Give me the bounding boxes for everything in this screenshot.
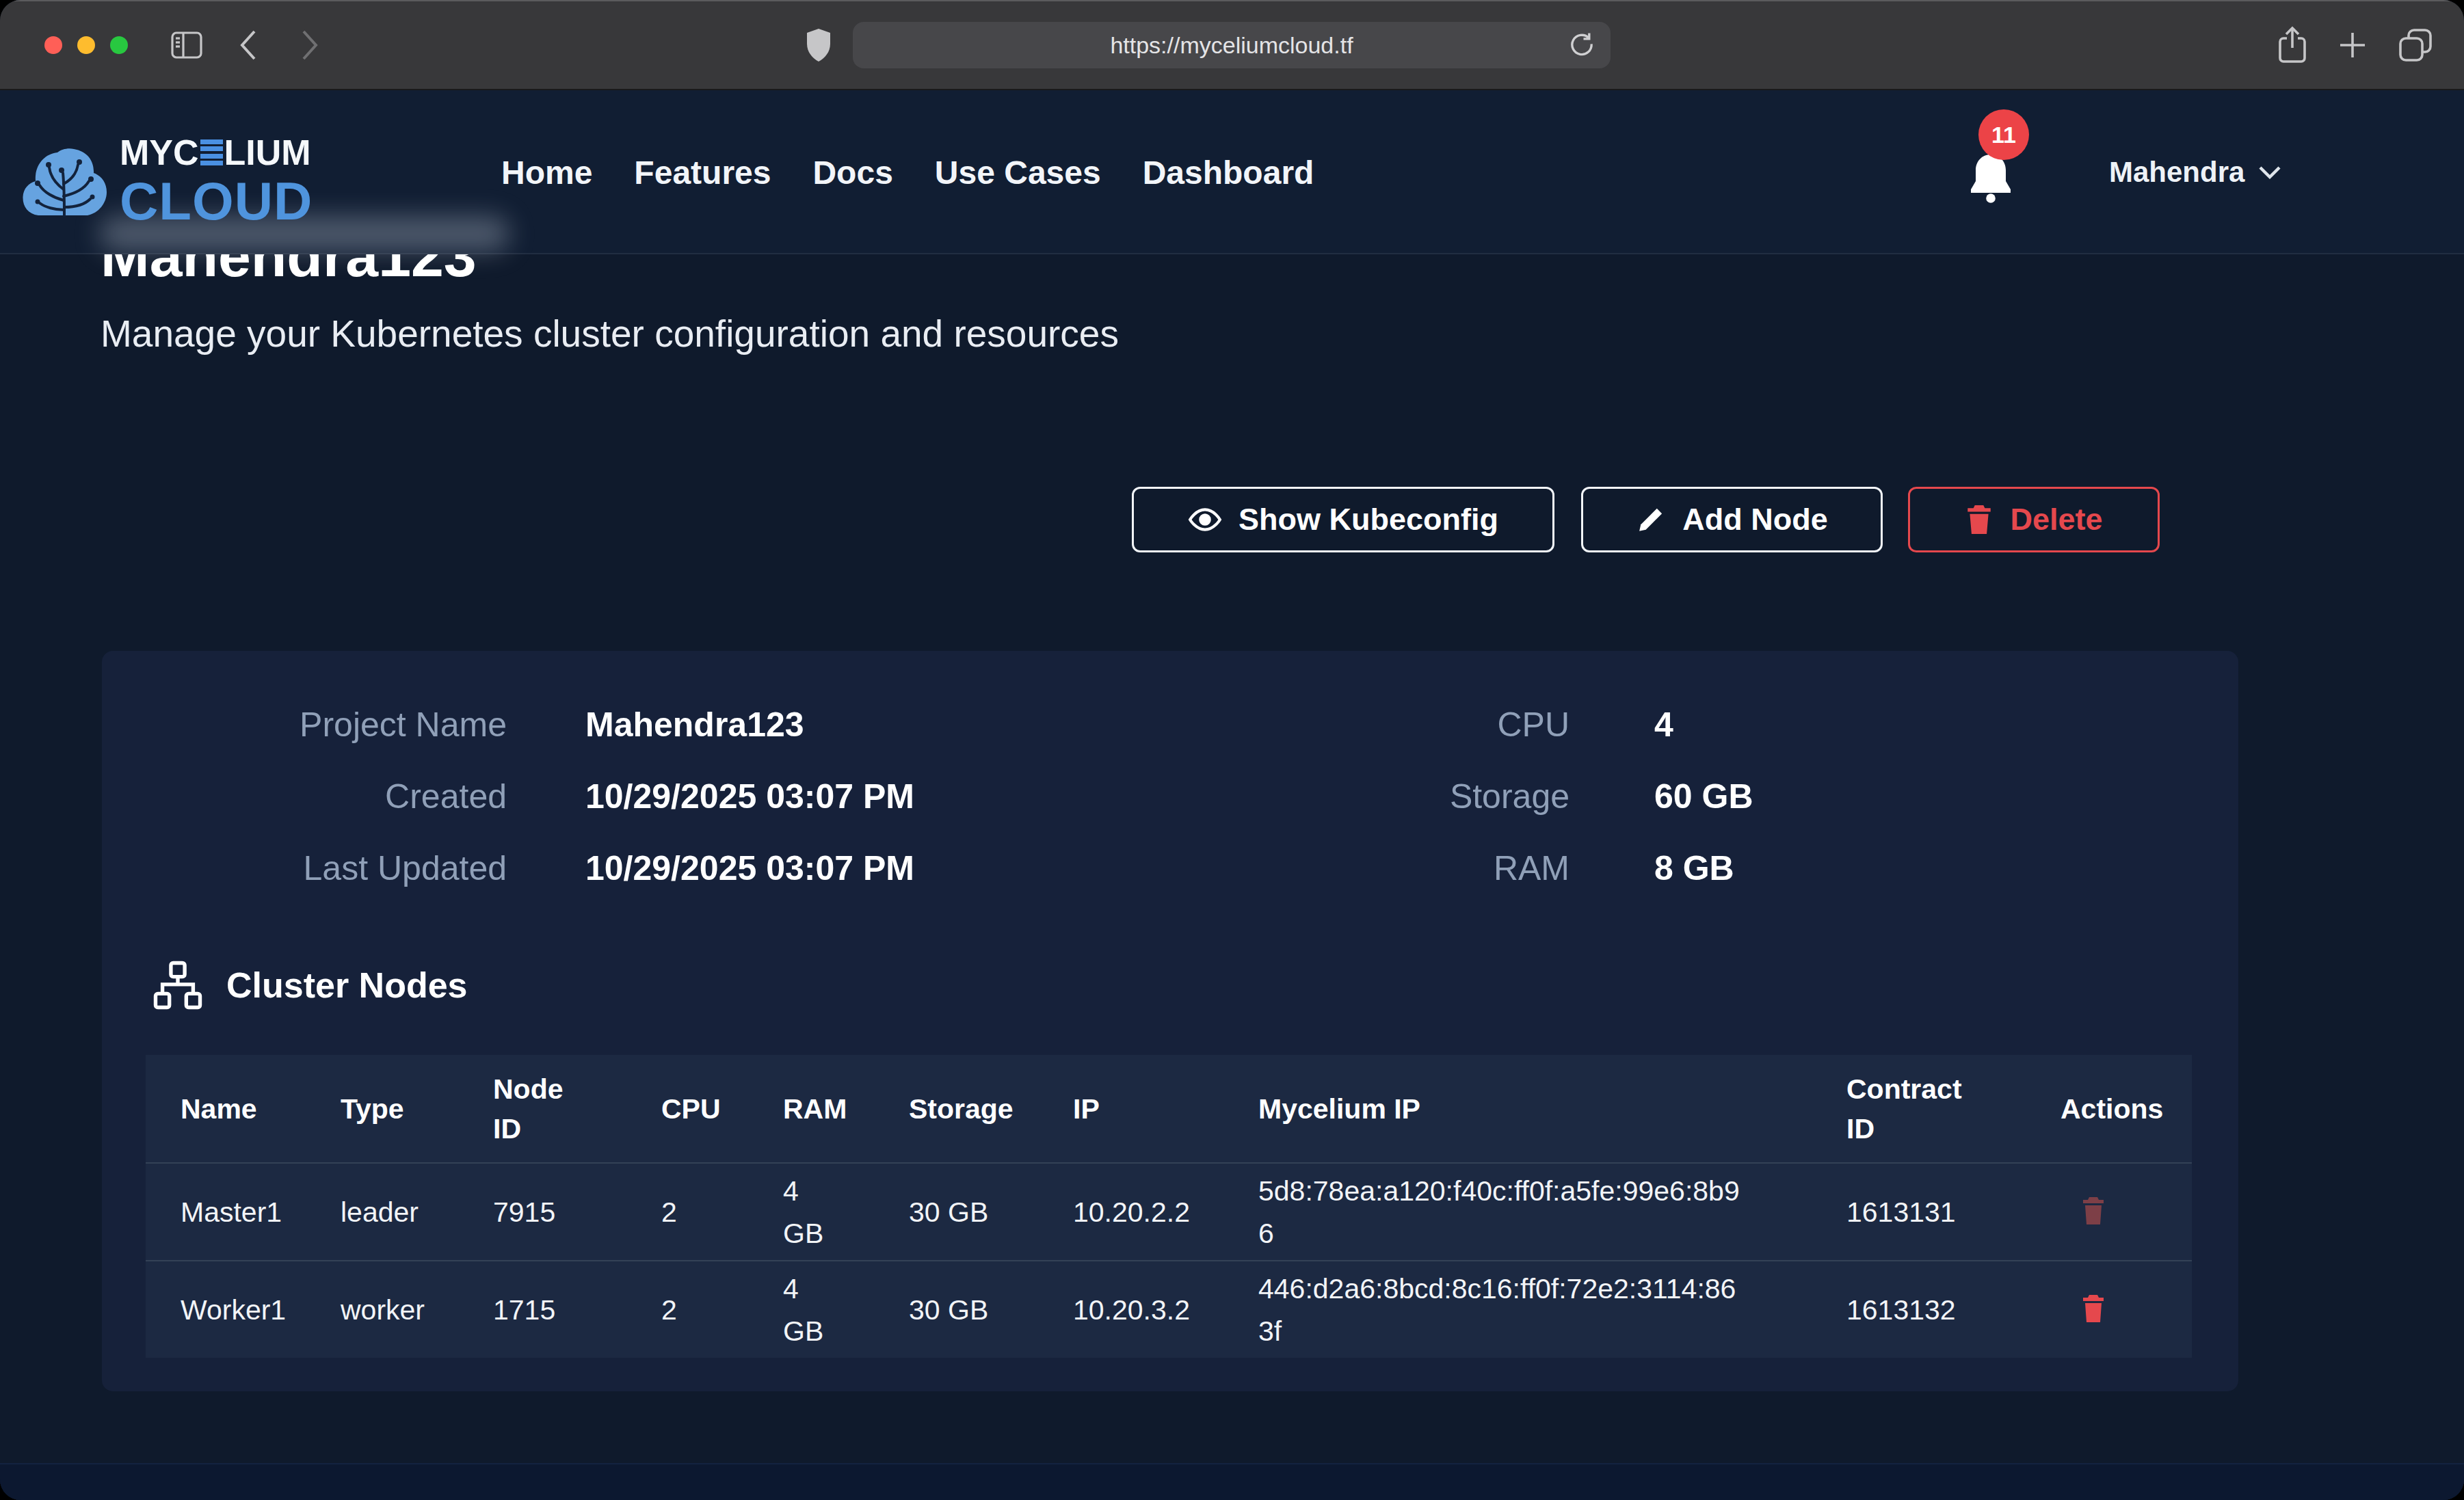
cell-cpu: 2 [661,1191,783,1233]
cell-node_id: 1715 [493,1289,661,1331]
tab-overview-icon[interactable] [2398,27,2433,63]
cell-type: leader [341,1191,493,1233]
nav-links: Home Features Docs Use Cases Dashboard [501,90,1314,254]
detail-value: 10/29/2025 03:07 PM [585,777,914,816]
detail-value: 10/29/2025 03:07 PM [585,848,914,888]
share-icon[interactable] [2277,26,2307,64]
table-header-row: NameTypeNode ID CPURAMStorageIPMycelium I… [146,1055,2192,1162]
detail-value: Mahendra123 [585,705,804,745]
back-button[interactable] [238,29,259,62]
chevron-down-icon[interactable] [2258,165,2281,183]
close-button[interactable] [44,36,62,54]
page-title-clip: Mahendra123 [101,254,921,286]
column-header: Node ID [493,1069,574,1149]
mycelium-logo-icon[interactable] [22,147,107,219]
node-row: Worker1worker171524 GB 30 GB10.20.3.2446:… [146,1260,2192,1358]
page: MYCLIUM CLOUD Home Features Docs Use Cases D… [0,90,2464,1500]
nav-link-dashboard[interactable]: Dashboard [1143,154,1314,191]
reload-icon[interactable] [1568,31,1595,62]
user-menu[interactable]: Mahendra [2109,156,2244,189]
detail-value: 60 GB [1654,777,1753,816]
detail-label: CPU [1228,705,1569,745]
page-subtitle: Manage your Kubernetes cluster configura… [101,313,1119,354]
cell-contract_id: 1613131 [1846,1191,2061,1233]
brand-line1: MYCLIUM [120,135,313,170]
page-title: Mahendra123 [101,254,921,285]
detail-label: Storage [1228,777,1569,816]
browser-chrome: https://myceliumcloud.tf [0,0,2464,90]
column-header: Actions [2061,1089,2192,1129]
add-node-button[interactable]: Add Node [1581,487,1883,552]
browser-window: https://myceliumcloud.tf [0,0,2464,1500]
cell-name: Master1 [181,1191,341,1233]
cell-storage: 30 GB [909,1191,1073,1233]
cell-node_id: 7915 [493,1191,661,1233]
brand-line2: CLOUD [120,174,313,228]
notification-badge[interactable]: 11 [1978,109,2029,160]
detail-value: 4 [1654,705,1673,745]
new-tab-icon[interactable] [2339,31,2366,59]
cluster-details-card: Project Name Mahendra123 Created 10/29/2025… [102,651,2238,1391]
cell-name: Worker1 [181,1289,341,1331]
cell-cpu: 2 [661,1289,783,1331]
pencil-icon [1636,505,1666,535]
cell-ip: 10.20.2.2 [1073,1191,1258,1233]
brand-wordmark[interactable]: MYCLIUM CLOUD [120,135,313,228]
cell-ram: 4 GB [783,1170,834,1255]
forward-button[interactable] [300,29,320,62]
zoom-button[interactable] [110,36,128,54]
delete-node-button[interactable] [2081,1294,2106,1326]
delete-node-button[interactable] [2081,1196,2106,1228]
nav-link-features[interactable]: Features [634,154,771,191]
trash-icon [1965,504,1993,535]
delete-button[interactable]: Delete [1908,487,2160,552]
cluster-nodes-header: Cluster Nodes [153,960,468,1010]
address-bar[interactable]: https://myceliumcloud.tf [853,22,1611,68]
cell-storage: 30 GB [909,1289,1073,1331]
cell-contract_id: 1613132 [1846,1289,2061,1331]
cluster-nodes-table: NameTypeNode ID CPURAMStorageIPMycelium I… [146,1055,2192,1358]
nav-link-use-cases[interactable]: Use Cases [935,154,1101,191]
detail-label: RAM [1228,848,1569,888]
column-header: RAM [783,1089,909,1129]
brand-e-bars [200,139,223,165]
footer-strip [0,1463,2464,1500]
column-header: Mycelium IP [1258,1089,1846,1129]
column-header: IP [1073,1089,1258,1129]
cluster-nodes-title: Cluster Nodes [226,965,468,1006]
trash-icon [2081,1294,2106,1324]
url-text: https://myceliumcloud.tf [1110,32,1353,59]
cell-ip: 10.20.3.2 [1073,1289,1258,1331]
column-header: Storage [909,1089,1073,1129]
cell-type: worker [341,1289,493,1331]
detail-label: Created [102,777,507,816]
minimize-button[interactable] [77,36,95,54]
column-header: CPU [661,1089,783,1129]
detail-value: 8 GB [1654,848,1734,888]
column-header: Contract ID [1846,1069,1973,1149]
top-navbar: MYCLIUM CLOUD Home Features Docs Use Cases D… [0,90,2464,254]
nav-link-docs[interactable]: Docs [812,154,892,191]
sidebar-toggle-icon[interactable] [171,30,202,60]
nav-link-home[interactable]: Home [501,154,592,191]
node-row: Master1leader791524 GB 30 GB10.20.2.25d8:… [146,1162,2192,1260]
detail-label: Last Updated [102,848,507,888]
cell-ram: 4 GB [783,1268,834,1352]
column-header: Name [181,1089,341,1129]
privacy-shield-icon[interactable] [806,27,832,63]
show-kubeconfig-button[interactable]: Show Kubeconfig [1132,487,1554,552]
eye-icon [1188,503,1222,537]
cell-mycelium_ip: 446:d2a6:8bcd:8c16:ff0f:72e2:3114:863f [1258,1268,1758,1352]
cell-mycelium_ip: 5d8:78ea:a120:f40c:ff0f:a5fe:99e6:8b96 [1258,1170,1758,1255]
trash-icon [2081,1196,2106,1226]
column-header: Type [341,1089,493,1129]
detail-label: Project Name [102,705,507,745]
network-icon [153,960,203,1010]
